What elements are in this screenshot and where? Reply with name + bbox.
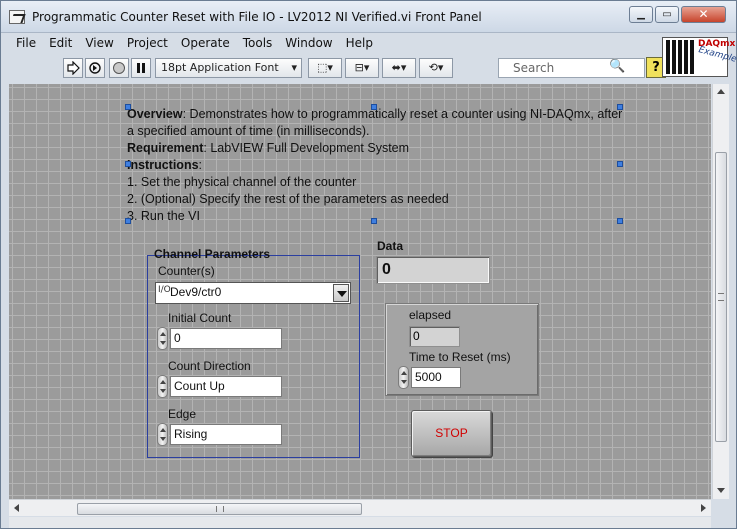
selection-handle[interactable]: [617, 161, 623, 167]
count-direction-field[interactable]: Count Up: [170, 376, 282, 397]
horizontal-scroll-thumb[interactable]: [77, 503, 362, 515]
distribute-objects-button[interactable]: ⊟▾: [345, 58, 379, 78]
selection-handle[interactable]: [371, 104, 377, 110]
instruction-step-1: 1. Set the physical channel of the count…: [127, 175, 357, 189]
run-arrow-icon: [67, 60, 80, 76]
selection-handle[interactable]: [617, 218, 623, 224]
time-to-reset-stepper[interactable]: [398, 366, 409, 389]
channel-parameters-label: Channel Parameters: [154, 247, 271, 261]
scroll-left-icon[interactable]: [14, 504, 19, 512]
selection-handle[interactable]: [125, 161, 131, 167]
io-name-icon: I/O: [158, 285, 171, 295]
selection-handle[interactable]: [617, 104, 623, 110]
instructions-colon: :: [198, 158, 203, 172]
labview-app-icon: [9, 10, 25, 24]
menu-tools[interactable]: Tools: [236, 34, 279, 50]
daqmx-example-logo: DAQmx Example: [662, 37, 737, 77]
selection-handle[interactable]: [371, 218, 377, 224]
selection-handle[interactable]: [125, 218, 131, 224]
counter-label: Counter(s): [158, 264, 215, 278]
edge-stepper[interactable]: [157, 423, 168, 446]
pause-button[interactable]: [131, 58, 151, 78]
menu-bar: File Edit View Project Operate Tools Window Hel…: [9, 34, 659, 54]
align-objects-button[interactable]: ⬚▾: [308, 58, 342, 78]
overview-free-label[interactable]: Overview: Demonstrates how to programmat…: [127, 106, 623, 225]
count-direction-label: Count Direction: [168, 359, 251, 373]
title-bar[interactable]: Programmatic Counter Reset with File IO …: [1, 1, 736, 33]
initial-count-field[interactable]: 0: [170, 328, 282, 349]
time-to-reset-label: Time to Reset (ms): [409, 350, 511, 364]
elapsed-indicator: 0: [409, 326, 460, 347]
menu-window[interactable]: Window: [278, 34, 338, 50]
application-window: Programmatic Counter Reset with File IO …: [0, 0, 737, 529]
edge-field[interactable]: Rising: [170, 424, 282, 445]
count-direction-stepper[interactable]: [157, 375, 168, 398]
status-bar: [9, 517, 711, 528]
counter-channel-control[interactable]: I/O Dev9/ctr0: [155, 282, 351, 304]
toolbar: 18pt Application Font ▾ ⬚▾ ⊟▾ ⬌▾ ⟲▾ Searc…: [9, 55, 666, 82]
scroll-up-icon[interactable]: [717, 89, 725, 94]
font-label: 18pt Application Font: [161, 61, 279, 74]
instructions-heading: Instructions: [127, 158, 199, 172]
chevron-down-icon[interactable]: [333, 284, 349, 302]
horizontal-scrollbar[interactable]: [9, 499, 711, 516]
scroll-right-icon[interactable]: [701, 504, 706, 512]
overview-body: : Demonstrates how to programmatically r…: [127, 107, 623, 138]
resize-objects-button[interactable]: ⬌▾: [382, 58, 416, 78]
edge-label: Edge: [168, 407, 197, 421]
time-to-reset-field[interactable]: 5000: [411, 367, 461, 388]
abort-button[interactable]: [109, 58, 129, 78]
selection-handle[interactable]: [125, 104, 131, 110]
chevron-down-icon: ▾: [291, 61, 297, 74]
instruction-step-2: 2. (Optional) Specify the rest of the pa…: [127, 192, 449, 206]
abort-icon: [113, 62, 125, 74]
data-indicator: 0: [376, 256, 490, 284]
window-title: Programmatic Counter Reset with File IO …: [32, 10, 482, 24]
close-button[interactable]: ✕: [681, 6, 726, 23]
elapsed-label: elapsed: [409, 308, 452, 322]
vertical-scroll-thumb[interactable]: [715, 152, 727, 442]
menu-project[interactable]: Project: [120, 34, 174, 50]
initial-count-stepper[interactable]: [157, 327, 168, 350]
initial-count-label: Initial Count: [168, 311, 232, 325]
requirement-body: : LabVIEW Full Development System: [203, 141, 410, 155]
minimize-button[interactable]: ▁: [629, 6, 653, 23]
run-continuously-icon: [89, 62, 101, 74]
search-icon[interactable]: 🔍: [609, 59, 625, 74]
stop-button[interactable]: STOP: [411, 410, 492, 457]
menu-view[interactable]: View: [78, 34, 119, 50]
front-panel[interactable]: Overview: Demonstrates how to programmat…: [9, 84, 711, 499]
scroll-down-icon[interactable]: [717, 488, 725, 493]
vertical-scrollbar[interactable]: [712, 84, 729, 499]
requirement-heading: Requirement: [127, 141, 204, 155]
run-continuously-button[interactable]: [85, 58, 105, 78]
menu-edit[interactable]: Edit: [42, 34, 78, 50]
menu-file[interactable]: File: [9, 34, 42, 50]
reorder-button[interactable]: ⟲▾: [419, 58, 453, 78]
counter-value: Dev9/ctr0: [170, 285, 222, 299]
menu-operate[interactable]: Operate: [174, 34, 236, 50]
menu-help[interactable]: Help: [339, 34, 379, 50]
run-button[interactable]: [63, 58, 83, 78]
restore-button[interactable]: ▭: [655, 6, 679, 23]
font-selector[interactable]: 18pt Application Font ▾: [155, 58, 302, 78]
pause-icon: [137, 63, 145, 73]
overview-heading: Overview: [127, 107, 183, 121]
data-label: Data: [377, 239, 404, 253]
